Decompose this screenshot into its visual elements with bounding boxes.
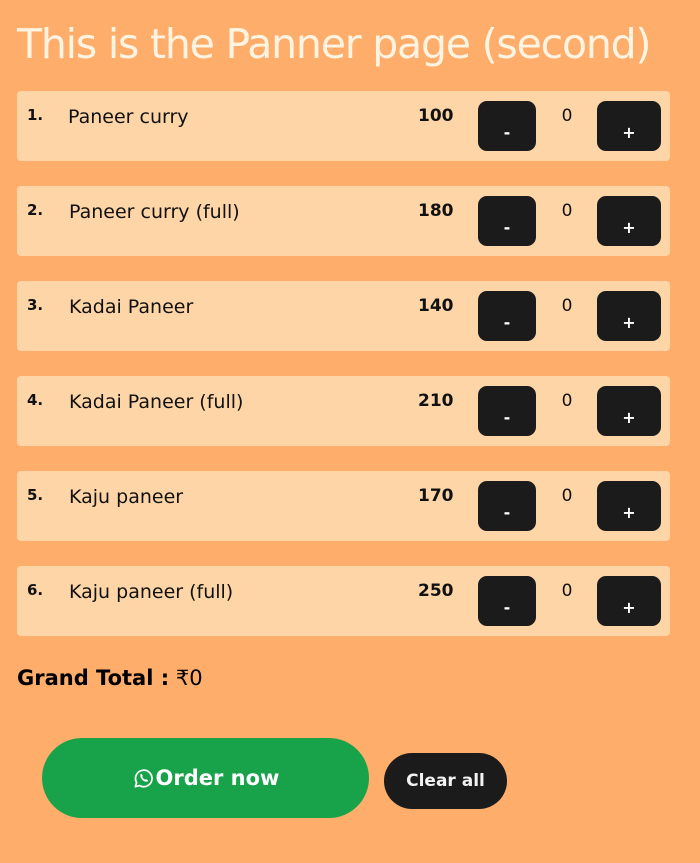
item-name: Kadai Paneer — [69, 296, 194, 318]
decrease-quantity-button[interactable]: - — [478, 576, 536, 626]
grand-total: Grand Total : ₹0 — [17, 666, 203, 690]
whatsapp-icon — [134, 768, 153, 788]
quantity-value: 0 — [561, 391, 573, 411]
item-price: 250 — [418, 581, 454, 601]
item-index: 3. — [27, 296, 44, 314]
clear-all-button[interactable]: Clear all — [384, 753, 507, 809]
increase-quantity-button[interactable]: + — [597, 386, 661, 436]
item-price: 180 — [418, 201, 454, 221]
decrease-quantity-button[interactable]: - — [478, 481, 536, 531]
quantity-value: 0 — [561, 296, 573, 316]
quantity-value: 0 — [561, 486, 573, 506]
quantity-value: 0 — [561, 106, 573, 126]
menu-item-row: 5. Kaju paneer 170 - 0 + — [17, 471, 670, 541]
quantity-value: 0 — [561, 581, 573, 601]
menu-item-row: 3. Kadai Paneer 140 - 0 + — [17, 281, 670, 351]
increase-quantity-button[interactable]: + — [597, 481, 661, 531]
decrease-quantity-button[interactable]: - — [478, 386, 536, 436]
decrease-quantity-button[interactable]: - — [478, 291, 536, 341]
menu-item-row: 2. Paneer curry (full) 180 - 0 + — [17, 186, 670, 256]
item-index: 1. — [27, 106, 44, 124]
item-name: Paneer curry (full) — [69, 201, 240, 223]
item-name: Paneer curry — [68, 106, 189, 128]
item-price: 100 — [418, 106, 454, 126]
increase-quantity-button[interactable]: + — [597, 291, 661, 341]
item-price: 170 — [418, 486, 454, 506]
increase-quantity-button[interactable]: + — [597, 576, 661, 626]
menu-list: 1. Paneer curry 100 - 0 + 2. Paneer curr… — [17, 91, 670, 661]
item-price: 210 — [418, 391, 454, 411]
item-index: 2. — [27, 201, 44, 219]
decrease-quantity-button[interactable]: - — [478, 101, 536, 151]
menu-item-row: 1. Paneer curry 100 - 0 + — [17, 91, 670, 161]
grand-total-label: Grand Total : — [17, 666, 170, 690]
item-index: 5. — [27, 486, 44, 504]
item-price: 140 — [418, 296, 454, 316]
increase-quantity-button[interactable]: + — [597, 196, 661, 246]
item-index: 4. — [27, 391, 44, 409]
page-title: This is the Panner page (second) — [17, 20, 651, 68]
item-name: Kaju paneer — [69, 486, 184, 508]
grand-total-value: ₹0 — [175, 666, 203, 690]
menu-item-row: 4. Kadai Paneer (full) 210 - 0 + — [17, 376, 670, 446]
order-now-button[interactable]: Order now — [42, 738, 369, 818]
increase-quantity-button[interactable]: + — [597, 101, 661, 151]
menu-item-row: 6. Kaju paneer (full) 250 - 0 + — [17, 566, 670, 636]
item-name: Kaju paneer (full) — [69, 581, 234, 603]
order-now-label: Order now — [155, 766, 280, 790]
item-name: Kadai Paneer (full) — [69, 391, 244, 413]
quantity-value: 0 — [561, 201, 573, 221]
decrease-quantity-button[interactable]: - — [478, 196, 536, 246]
item-index: 6. — [27, 581, 44, 599]
